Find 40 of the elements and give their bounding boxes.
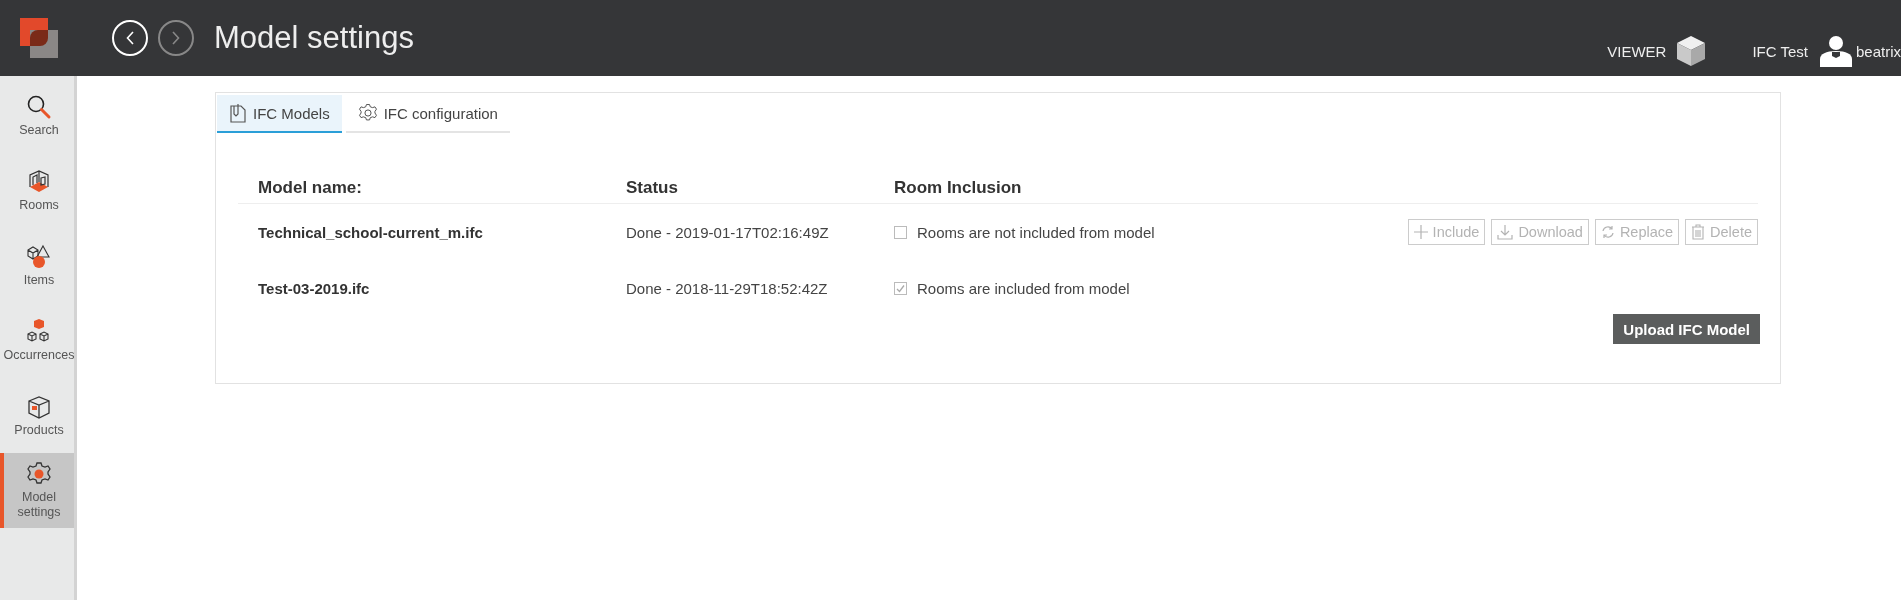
upload-button[interactable]: Upload IFC Model [1613,314,1760,344]
inclusion-label: Rooms are not included from model [917,223,1155,241]
gear-icon [357,103,378,123]
column-header: Model name: [258,178,363,198]
chevron-icon [172,31,180,45]
sidebar-item[interactable]: Model settings [0,453,74,528]
sidebar-item[interactable]: Search [0,78,74,153]
tab[interactable]: IFC Models [217,95,342,133]
trash-icon [1691,224,1706,240]
chevron-icon [126,31,134,45]
user-name[interactable]: beatrix [1855,42,1901,60]
column-header: Status [626,178,679,198]
sidebar-item[interactable]: Occurrences [0,303,74,378]
document-icon [229,103,247,123]
sidebar-item[interactable]: Products [0,378,74,453]
app-logo [20,18,60,58]
back-button[interactable] [112,20,148,56]
cube-icon[interactable] [1676,35,1707,67]
shapes-icon [26,243,52,270]
page-title: Model settings [214,20,414,56]
status-text: Done - 2019-01-17T02:16:49Z [626,223,830,241]
model-name: Technical_school-current_m.ifc [258,223,484,241]
viewer-label: VIEWER [1607,42,1667,60]
project-name: IFC Test [1752,42,1808,60]
status-text: Done - 2018-11-29T18:52:42Z [626,279,829,297]
sidebar-item[interactable]: Rooms [0,153,74,228]
refresh-icon [1600,225,1615,239]
inclusion-label: Rooms are included from model [917,279,1130,297]
user-icon[interactable] [1817,35,1854,67]
room-icon [26,168,52,195]
sidebar-item[interactable]: Items [0,228,74,303]
checkbox[interactable] [894,281,907,295]
column-header: Room Inclusion [894,178,1023,198]
checkbox[interactable] [894,225,907,239]
gear-icon [26,461,52,487]
box-icon [26,393,52,420]
model-name: Test-03-2019.ifc [258,279,371,297]
download-icon [1497,224,1514,240]
search-icon [26,93,52,120]
plus-icon [1413,225,1428,239]
